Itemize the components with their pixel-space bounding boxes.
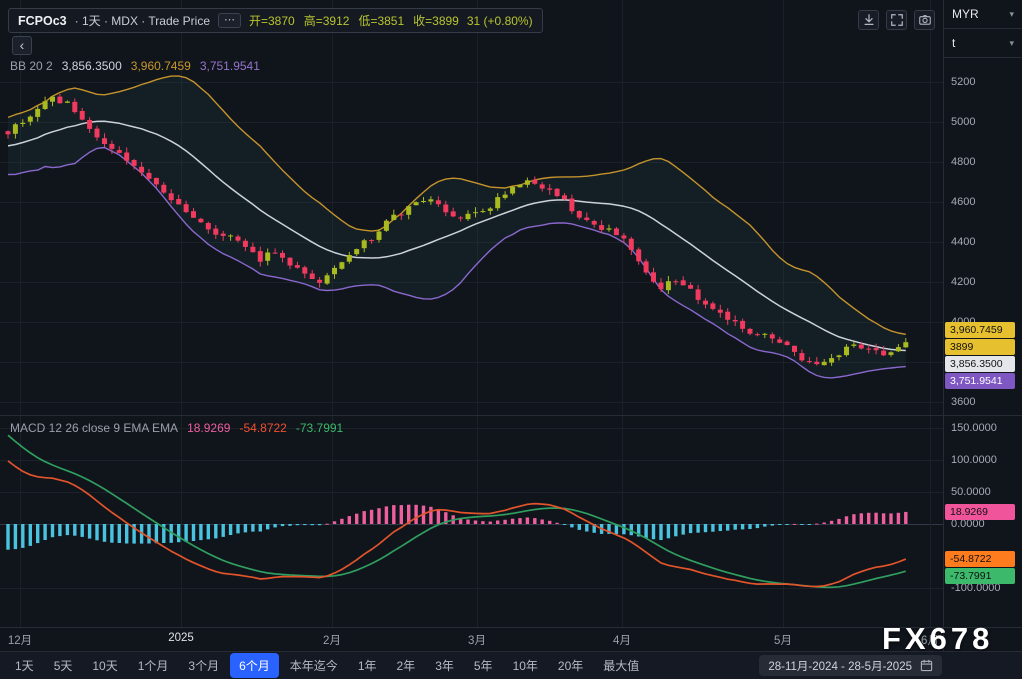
bb-lower-value: 3,751.9541	[199, 59, 260, 73]
right-scale-column: MYR ▾ t ▾ 520050004800460044004200400038…	[944, 0, 1022, 651]
change-readout: 31 (+0.80%)	[466, 13, 533, 28]
time-axis-label: 2月	[323, 635, 341, 647]
ohlc-item: 低=3851	[358, 14, 405, 28]
macd-tick-label: 50.0000	[951, 486, 991, 498]
range-button-13[interactable]: 最大值	[594, 653, 648, 678]
range-button-4[interactable]: 3个月	[179, 653, 228, 678]
ohlc-readout: 开=3870 高=3912 低=3851 收=3899	[249, 12, 459, 29]
time-axis-label: 2025	[168, 632, 194, 644]
price-tick-label: 5000	[951, 116, 976, 128]
macd-tag: -73.7991	[945, 568, 1015, 585]
range-button-10[interactable]: 5年	[465, 653, 502, 678]
macd-line-value: -54.8722	[239, 421, 287, 435]
range-button-5[interactable]: 6个月	[230, 653, 279, 678]
bottom-toolbar: 1天 5天 10天 1个月 3个月 6个月 本年迄今 1年 2年 3年 5年 10年 20年 最大值 28…	[0, 651, 1022, 679]
date-range-value: 28-11月-2024 - 28-5月-2025	[768, 660, 912, 673]
bb-upper-value: 3,960.7459	[130, 59, 191, 73]
time-axis[interactable]: 12月 2025 2月 3月 4月 5月 6月	[0, 628, 943, 651]
calendar-icon	[920, 659, 933, 672]
bb-legend-name: BB 20 2	[10, 59, 53, 73]
symbol-legend: FCPOc3 · 1天 · MDX · Trade Price ⋯ 开=3870…	[8, 8, 543, 33]
price-tag: 3,751.9541	[945, 372, 1015, 389]
date-range-picker[interactable]: 28-11月-2024 - 28-5月-2025	[759, 655, 942, 676]
more-options-icon[interactable]: ⋯	[218, 13, 241, 28]
range-button-9[interactable]: 3年	[426, 653, 463, 678]
symbol-meta: · 1天 · MDX · Trade Price	[74, 14, 210, 28]
axis-divider	[0, 627, 1022, 628]
back-button[interactable]: ‹	[12, 36, 32, 55]
bb-mid-value: 3,856.3500	[61, 59, 122, 73]
time-axis-label: 12月	[7, 635, 33, 647]
macd-tick-label: 150.0000	[951, 422, 997, 434]
range-button-1[interactable]: 5天	[45, 653, 82, 678]
macd-tag: -54.8722	[945, 551, 1015, 568]
price-tag: 3899	[945, 338, 1015, 355]
price-tag: 3,856.3500	[945, 355, 1015, 372]
fullscreen-icon	[890, 14, 903, 26]
time-axis-label: 4月	[613, 635, 631, 647]
pane-divider[interactable]	[0, 415, 1022, 416]
macd-legend-name: MACD 12 26 close 9 EMA EMA	[10, 421, 179, 435]
scroll-to-latest-button[interactable]	[858, 10, 879, 30]
price-tick-label: 4600	[951, 196, 976, 208]
macd-tick-label: 100.0000	[951, 454, 997, 466]
range-button-8[interactable]: 2年	[388, 653, 425, 678]
range-button-0[interactable]: 1天	[6, 653, 43, 678]
price-tick-label: 3600	[951, 396, 976, 408]
price-tick-label: 4200	[951, 276, 976, 288]
macd-legend: MACD 12 26 close 9 EMA EMA 18.9269 -54.8…	[10, 421, 343, 435]
symbol-name[interactable]: FCPOc3	[18, 14, 67, 28]
chart-action-buttons	[858, 10, 935, 30]
camera-icon	[918, 15, 931, 25]
range-buttons: 1天 5天 10天 1个月 3个月 6个月 本年迄今 1年 2年 3年 5年 10年 20年 最大值	[6, 653, 648, 678]
price-tick-label: 4400	[951, 236, 976, 248]
range-button-12[interactable]: 20年	[549, 653, 592, 678]
macd-tag: 18.9269	[945, 503, 1015, 520]
range-button-11[interactable]: 10年	[504, 653, 547, 678]
bollinger-legend: BB 20 2 3,856.3500 3,960.7459 3,751.9541	[10, 59, 260, 73]
price-tick-label: 4800	[951, 156, 976, 168]
ohlc-item: 高=3912	[303, 14, 350, 28]
range-button-3[interactable]: 1个月	[129, 653, 178, 678]
macd-indicator-pane[interactable]	[0, 415, 943, 627]
fullscreen-button[interactable]	[886, 10, 907, 30]
time-axis-label: 6月	[921, 635, 939, 647]
time-axis-label: 5月	[774, 635, 792, 647]
macd-hist-value: 18.9269	[187, 421, 231, 435]
chevron-left-icon: ‹	[19, 37, 25, 53]
range-button-6[interactable]: 本年迄今	[281, 653, 347, 678]
range-button-7[interactable]: 1年	[349, 653, 386, 678]
price-tag: 3,960.7459	[945, 321, 1015, 338]
range-button-2[interactable]: 10天	[83, 653, 126, 678]
time-axis-label: 3月	[468, 635, 486, 647]
snapshot-button[interactable]	[914, 10, 935, 30]
ohlc-item: 开=3870	[249, 14, 295, 28]
arrow-down-icon	[863, 14, 874, 25]
ohlc-item: 收=3899	[413, 14, 459, 28]
price-tick-label: 5200	[951, 76, 976, 88]
trading-chart-app: FCPOc3 · 1天 · MDX · Trade Price ⋯ 开=3870…	[0, 0, 1022, 679]
price-scale[interactable]: 520050004800460044004200400038003600150.…	[944, 0, 1022, 651]
macd-signal-value: -73.7991	[295, 421, 344, 435]
